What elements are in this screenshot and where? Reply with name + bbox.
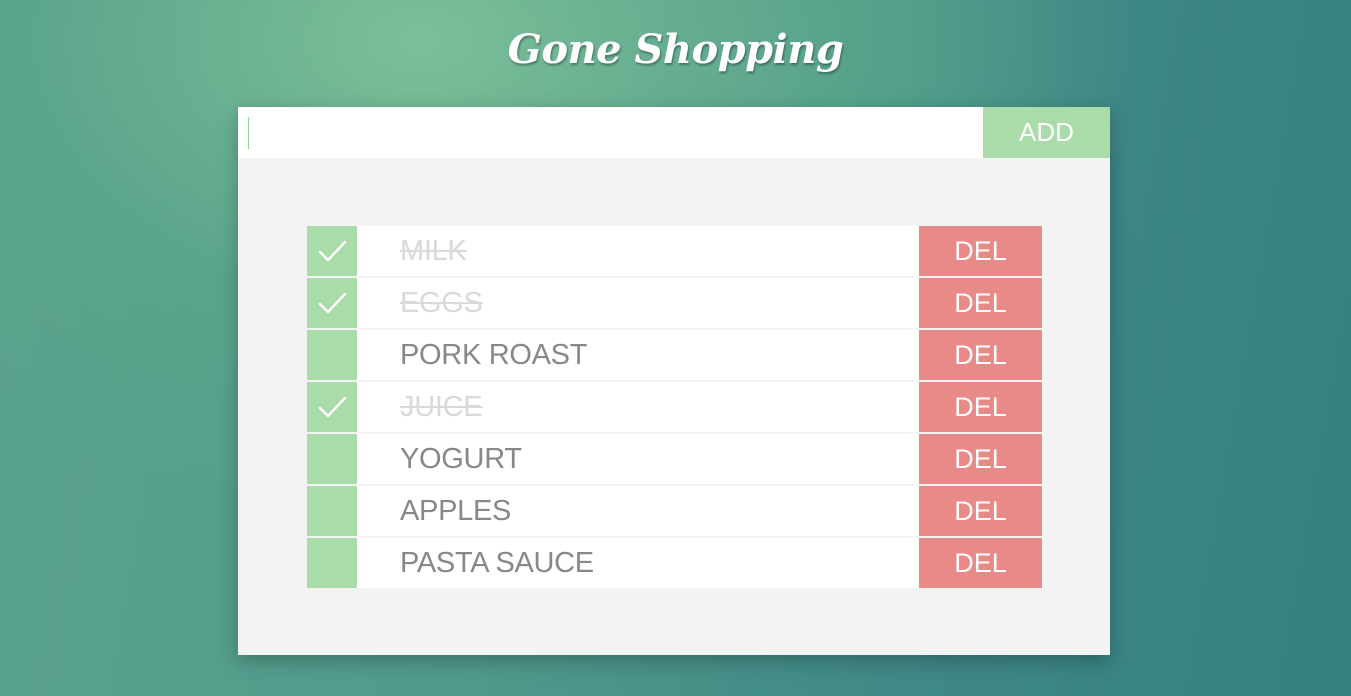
toggle-done-button[interactable] xyxy=(307,278,357,328)
toggle-done-button[interactable] xyxy=(307,538,357,588)
item-label: MILK xyxy=(400,235,467,267)
item-label: YOGURT xyxy=(400,443,522,475)
shopping-list: MILK DEL EGGS DEL PORK ROAST DEL JUICE D… xyxy=(307,226,1042,590)
list-item: APPLES DEL xyxy=(307,486,1042,536)
shopping-list-panel: ADD MILK DEL EGGS DEL PORK ROAST DEL JUI… xyxy=(238,107,1110,655)
item-label: PORK ROAST xyxy=(400,339,588,371)
toggle-done-button[interactable] xyxy=(307,434,357,484)
delete-button[interactable]: DEL xyxy=(919,382,1042,432)
toggle-done-button[interactable] xyxy=(307,330,357,380)
toggle-done-button[interactable] xyxy=(307,382,357,432)
list-item: YOGURT DEL xyxy=(307,434,1042,484)
item-label: APPLES xyxy=(400,495,512,527)
delete-button[interactable]: DEL xyxy=(919,226,1042,276)
toggle-done-button[interactable] xyxy=(307,226,357,276)
delete-button[interactable]: DEL xyxy=(919,330,1042,380)
item-label: PASTA SAUCE xyxy=(400,547,594,579)
add-item-bar: ADD xyxy=(238,107,1110,158)
item-label: JUICE xyxy=(400,391,483,423)
list-item: MILK DEL xyxy=(307,226,1042,276)
list-item: PORK ROAST DEL xyxy=(307,330,1042,380)
list-item: JUICE DEL xyxy=(307,382,1042,432)
new-item-input[interactable] xyxy=(238,107,983,158)
delete-button[interactable]: DEL xyxy=(919,486,1042,536)
delete-button[interactable]: DEL xyxy=(919,538,1042,588)
app-title: Gone Shopping xyxy=(507,26,844,73)
checkmark-icon xyxy=(318,396,347,418)
list-item: PASTA SAUCE DEL xyxy=(307,538,1042,588)
text-caret xyxy=(248,117,249,149)
add-button[interactable]: ADD xyxy=(983,107,1110,158)
delete-button[interactable]: DEL xyxy=(919,434,1042,484)
checkmark-icon xyxy=(318,292,347,314)
delete-button[interactable]: DEL xyxy=(919,278,1042,328)
item-label: EGGS xyxy=(400,287,483,319)
list-item: EGGS DEL xyxy=(307,278,1042,328)
toggle-done-button[interactable] xyxy=(307,486,357,536)
checkmark-icon xyxy=(318,240,347,262)
